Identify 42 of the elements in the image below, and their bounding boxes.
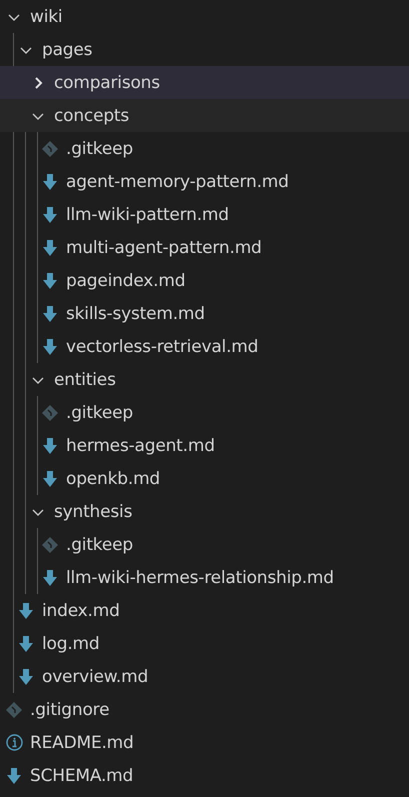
file-row[interactable]: log.md (0, 627, 409, 660)
file-row[interactable]: .gitkeep (0, 528, 409, 561)
arrow-down-icon (19, 668, 33, 684)
file-row[interactable]: pageindex.md (0, 264, 409, 297)
file-row[interactable]: multi-agent-pattern.md (0, 231, 409, 264)
folder-row[interactable]: concepts (0, 99, 409, 132)
file-row[interactable]: llm-wiki-hermes-relationship.md (0, 561, 409, 594)
arrow-down-icon (43, 174, 57, 190)
file-row[interactable]: skills-system.md (0, 297, 409, 330)
arrow-down-icon (43, 306, 57, 322)
arrow-down-icon (43, 206, 57, 222)
file-row[interactable]: agent-memory-pattern.md (0, 165, 409, 198)
file-row[interactable]: SCHEMA.md (0, 759, 409, 792)
file-row[interactable]: llm-wiki-pattern.md (0, 198, 409, 231)
arrow-down-icon (19, 602, 33, 618)
folder-row[interactable]: comparisons (0, 66, 409, 99)
file-row[interactable]: README.md (0, 726, 409, 759)
diamond-icon (42, 140, 58, 156)
file-row[interactable]: vectorless-retrieval.md (0, 330, 409, 363)
diamond-icon (42, 536, 58, 552)
arrow-down-icon (43, 240, 57, 256)
arrow-down-icon (43, 272, 57, 288)
arrow-down-icon (7, 768, 21, 784)
file-row[interactable]: hermes-agent.md (0, 429, 409, 462)
diamond-icon (42, 404, 58, 420)
diamond-icon (6, 702, 22, 718)
folder-row[interactable]: pages (0, 33, 409, 66)
folder-row[interactable]: synthesis (0, 495, 409, 528)
file-row[interactable]: .gitignore (0, 693, 409, 726)
arrow-down-icon (19, 636, 33, 652)
arrow-down-icon (43, 338, 57, 354)
file-row[interactable]: .gitkeep (0, 396, 409, 429)
file-row[interactable]: index.md (0, 594, 409, 627)
arrow-down-icon (43, 570, 57, 586)
arrow-down-icon (43, 438, 57, 454)
info-icon (6, 734, 22, 751)
arrow-down-icon (43, 470, 57, 486)
folder-row[interactable]: entities (0, 363, 409, 396)
folder-row[interactable]: wiki (0, 0, 409, 33)
file-row[interactable]: overview.md (0, 660, 409, 693)
file-row[interactable]: openkb.md (0, 462, 409, 495)
file-row[interactable]: .gitkeep (0, 132, 409, 165)
